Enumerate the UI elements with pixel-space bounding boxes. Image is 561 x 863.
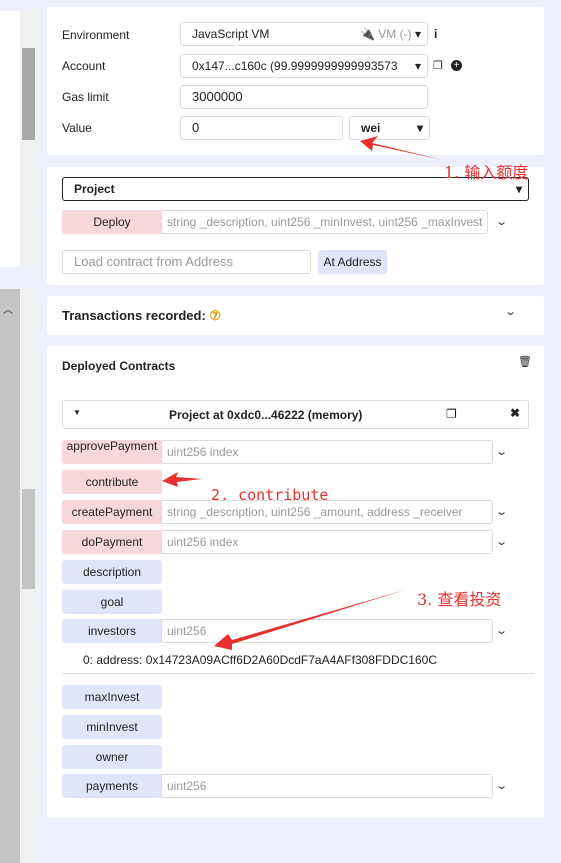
annotation-step1: 1. 输入额度 <box>444 163 529 182</box>
arrow-1 <box>360 136 443 160</box>
arrow-2 <box>162 472 202 487</box>
arrow-3 <box>214 590 405 650</box>
annotation-step3: 3. 查看投资 <box>417 590 502 609</box>
annotation-arrows <box>162 136 443 650</box>
annotation-step2: 2. contribute <box>211 486 329 504</box>
